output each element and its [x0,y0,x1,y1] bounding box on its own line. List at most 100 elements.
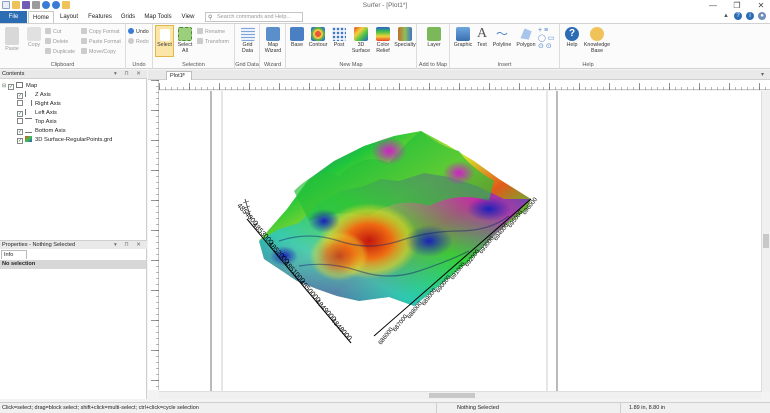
surface-layer-icon [25,136,32,142]
vertical-scrollbar[interactable] [761,91,770,392]
group-help: ? Help Knowledge Base Help [560,24,616,69]
close-tab-icon[interactable]: × [181,72,185,80]
visibility-checkbox[interactable]: ✓ [17,129,23,135]
grid-data-button[interactable]: Grid Data [238,27,257,54]
tab-view[interactable]: View [179,11,197,23]
insert-shapes-icon[interactable]: + ≡ ◯ ▭ ⊙ ⊙ [538,27,554,50]
copy-button[interactable]: Copy [25,27,43,48]
account-icon[interactable]: ● [758,12,766,20]
base-map-button[interactable]: Base [288,27,306,48]
tab-list-chevron-icon[interactable]: ▾ [761,71,764,78]
tree-item-left-axis[interactable]: ✓ Left Axis [17,109,57,117]
right-axis-icon [25,100,32,106]
group-grid-data: Grid Data Grid Data [235,24,260,69]
collapse-icon[interactable]: ⊟ [2,82,7,90]
tab-features[interactable]: Features [86,11,114,23]
surface-low-blue [308,209,340,233]
picture-icon [456,27,470,41]
help-button[interactable]: ? Help [563,27,581,48]
clipboard-group-label: Clipboard [50,62,75,68]
ribbon-collapse-icon[interactable]: ▲ [722,12,730,20]
visibility-checkbox[interactable]: ✓ [17,111,23,117]
properties-pane: Info No selection [0,249,147,399]
color-relief-icon [376,27,390,41]
search-input[interactable]: ⚲ Search commands and Help... [205,12,303,22]
pane-controls-icon[interactable]: ▾ ⊓ ✕ [114,70,144,79]
visibility-checkbox[interactable]: ✓ [17,138,23,144]
duplicate-button[interactable]: Duplicate [45,48,75,55]
tree-item-bottom-axis[interactable]: ✓ Bottom Axis [17,127,66,135]
undo-button[interactable]: Undo [128,28,149,35]
map-wizard-button[interactable]: Map Wizard [263,27,283,54]
title-bar: Surfer - [Plot1*] — ❐ ✕ [0,0,770,11]
cut-button[interactable]: Cut [45,28,61,35]
post-map-button[interactable]: Post [331,27,347,48]
group-undo: Undo Redo Undo [126,24,153,69]
help-circle-icon[interactable]: ? [734,12,742,20]
rename-icon [197,28,203,34]
visibility-checkbox[interactable]: ✓ [8,84,14,90]
text-button[interactable]: A Text [475,27,489,49]
minimize-button[interactable]: — [706,1,720,10]
top-axis-icon [25,118,32,124]
tree-item-right-axis[interactable]: Right Axis [17,100,61,108]
plot-canvas[interactable]: 4848000 4849000 4850000 4851000 4852000 48530… [159,91,761,392]
tab-map-tools[interactable]: Map Tools [143,11,173,23]
select-all-button[interactable]: Select All [176,27,194,54]
knowledge-base-label: Knowledge Base [583,42,611,54]
contents-tree: ⊟ ✓ Map ✓ Z Axis Right Axis ✓ Left Axis Top … [0,79,147,240]
horizontal-scroll-thumb[interactable] [429,393,475,398]
visibility-checkbox[interactable]: ✓ [17,93,23,99]
paste-label: Paste [5,46,19,52]
copy-format-icon [81,28,87,34]
left-axis-icon [25,109,32,115]
3d-surface-button[interactable]: 3D Surface [350,27,372,54]
tree-item-z-axis[interactable]: ✓ Z Axis [17,91,51,99]
transform-icon [197,38,203,44]
redo-button[interactable]: Redo [128,38,149,45]
vertical-scroll-thumb[interactable] [763,234,769,248]
redo-label: Redo [136,39,149,45]
specialty-icon [398,27,412,41]
select-button[interactable]: Select [155,25,174,57]
close-button[interactable]: ✕ [754,1,768,10]
delete-button[interactable]: Delete [45,38,68,45]
move-copy-button[interactable]: Move/Copy [81,48,116,55]
tree-item-map[interactable]: ⊟ ✓ Map [2,82,37,90]
tab-grids[interactable]: Grids [119,11,137,23]
properties-title: Properties - Nothing Selected [2,242,76,248]
tab-info[interactable]: Info [1,250,27,259]
paste-button[interactable]: Paste [3,27,21,52]
info-icon[interactable]: i [746,12,754,20]
tree-item-3d-surface[interactable]: ✓ 3D Surface-RegularPoints.grd [17,136,112,144]
document-tab-plot1[interactable]: Plot1* × [166,71,192,80]
layer-button[interactable]: Layer [424,27,444,48]
status-hint: Click=select; drag=block select; shift+c… [2,405,199,411]
horizontal-scrollbar[interactable] [159,391,761,399]
transform-label: Transform [205,39,229,45]
visibility-checkbox[interactable] [17,118,23,124]
selection-group-label: Selection [182,62,205,68]
knowledge-base-button[interactable]: Knowledge Base [582,27,612,54]
contour-icon [311,27,325,41]
contour-map-button[interactable]: Contour [307,27,329,48]
specialty-map-button[interactable]: Specialty [394,27,416,48]
group-add-to-map: Layer Add to Map [417,24,450,69]
tab-layout[interactable]: Layout [58,11,80,23]
polygon-icon [520,28,532,40]
rename-button[interactable]: Rename [197,28,225,35]
visibility-checkbox[interactable] [17,100,23,106]
contents-title: Contents [2,71,25,77]
polyline-button[interactable]: 〜 Polyline [490,27,514,48]
paste-format-button[interactable]: Paste Format [81,38,121,45]
copy-format-button[interactable]: Copy Format [81,28,120,35]
tree-item-top-axis[interactable]: Top Axis [17,118,57,126]
graphic-button[interactable]: Graphic [452,27,474,48]
color-relief-button[interactable]: Color Relief [373,27,393,54]
transform-button[interactable]: Transform [197,38,229,45]
maximize-button[interactable]: ❐ [730,1,744,10]
copy-icon [27,27,41,41]
polygon-button[interactable]: Polygon [515,27,537,48]
no-selection-row: No selection [0,260,146,269]
tab-file[interactable]: File [0,11,27,23]
